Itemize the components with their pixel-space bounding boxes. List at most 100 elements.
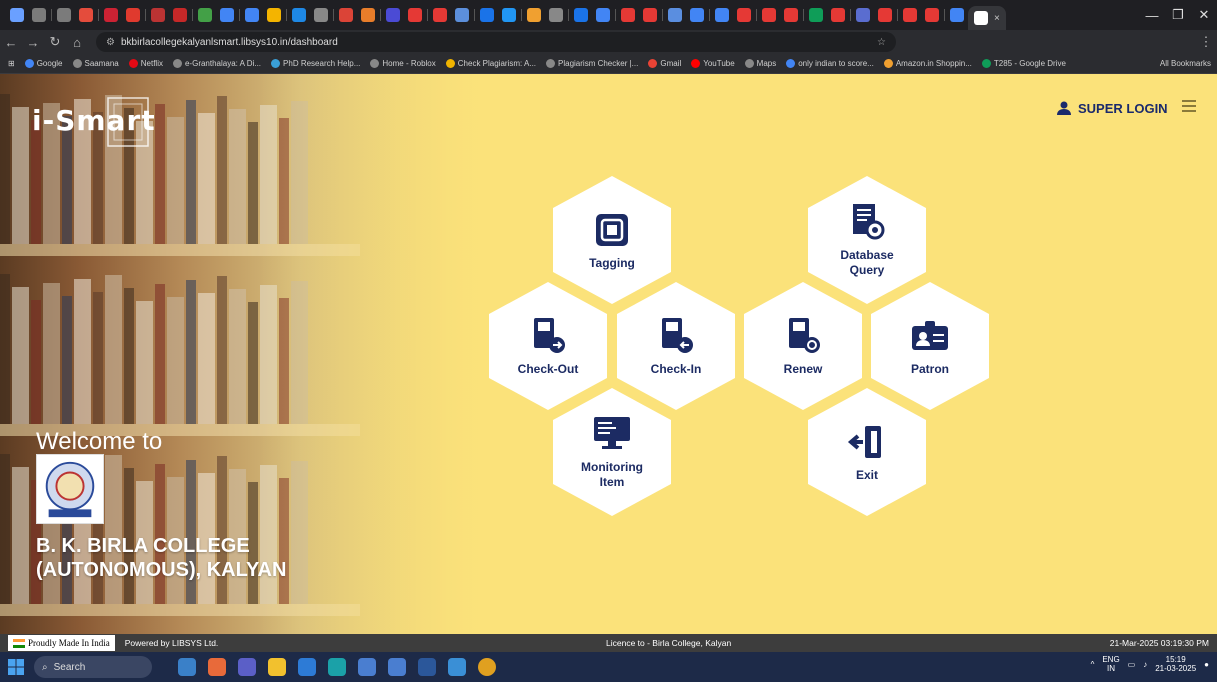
browser-tab[interactable] xyxy=(762,8,776,22)
browser-tab[interactable] xyxy=(126,8,140,22)
browser-tab[interactable] xyxy=(549,8,563,22)
url-field[interactable]: ⚙ bkbirlacollegekalyanlsmart.libsys10.in… xyxy=(96,32,896,52)
browser-tab[interactable] xyxy=(737,8,751,22)
libsys-app-icon[interactable] xyxy=(358,658,376,676)
browser-tab[interactable] xyxy=(668,8,682,22)
bookmark-item[interactable]: only indian to score... xyxy=(786,59,874,68)
browser-tab[interactable] xyxy=(10,8,24,22)
browser-tab[interactable] xyxy=(715,8,729,22)
browser-tab[interactable] xyxy=(314,8,328,22)
browser-tab[interactable] xyxy=(643,8,657,22)
edge-icon[interactable] xyxy=(328,658,346,676)
reload-icon[interactable]: ↻ xyxy=(44,34,66,50)
bookmark-item[interactable]: YouTube xyxy=(691,59,735,68)
bookmark-item[interactable]: T285 - Google Drive xyxy=(981,59,1066,68)
language-indicator[interactable]: ENG IN xyxy=(1102,655,1119,673)
chrome-icon[interactable] xyxy=(478,658,496,676)
bookmark-item[interactable]: Home - Roblox xyxy=(370,59,436,68)
display-icon[interactable]: ▭ xyxy=(1128,660,1136,669)
back-icon[interactable]: ← xyxy=(0,35,22,50)
browser-tab[interactable] xyxy=(433,8,447,22)
taskbar-search[interactable]: ⌕ Search xyxy=(34,656,152,678)
module-patron[interactable]: Patron xyxy=(871,282,989,410)
hamburger-menu-icon[interactable] xyxy=(1182,100,1196,112)
all-bookmarks-button[interactable]: All Bookmarks xyxy=(1160,59,1211,68)
taskbar-app-icon[interactable] xyxy=(298,658,316,676)
bookmark-item[interactable]: Netflix xyxy=(128,59,163,68)
browser-tab[interactable] xyxy=(574,8,588,22)
bookmark-item[interactable]: Maps xyxy=(744,59,776,68)
browser-tab[interactable] xyxy=(480,8,494,22)
browser-tab[interactable] xyxy=(878,8,892,22)
apps-grid-icon[interactable]: ⊞ xyxy=(8,59,15,68)
browser-tab[interactable] xyxy=(809,8,823,22)
forward-icon[interactable]: → xyxy=(22,35,44,50)
home-icon[interactable]: ⌂ xyxy=(66,35,88,50)
browser-tab[interactable] xyxy=(527,8,541,22)
browser-tab[interactable] xyxy=(292,8,306,22)
notification-bell-icon[interactable]: ● xyxy=(1204,660,1209,669)
file-explorer-icon[interactable] xyxy=(268,658,286,676)
close-tab-icon[interactable]: × xyxy=(994,13,1000,24)
bookmark-item[interactable]: PhD Research Help... xyxy=(271,59,360,68)
browser-tab[interactable] xyxy=(596,8,610,22)
bookmark-label: Check Plagiarism: A... xyxy=(457,59,537,68)
taskbar-app-icon[interactable] xyxy=(448,658,466,676)
browser-tab[interactable] xyxy=(79,8,93,22)
browser-tab[interactable] xyxy=(386,8,400,22)
browser-tab[interactable] xyxy=(220,8,234,22)
chevron-up-icon[interactable]: ^ xyxy=(1091,660,1095,669)
browser-tab[interactable] xyxy=(267,8,281,22)
clock-date: 21-03-2025 xyxy=(1155,664,1197,673)
browser-tab[interactable] xyxy=(690,8,704,22)
browser-tab[interactable] xyxy=(32,8,46,22)
browser-tab[interactable] xyxy=(173,8,187,22)
libsys-app-icon[interactable] xyxy=(388,658,406,676)
bookmark-item[interactable]: Plagiarism Checker |... xyxy=(546,59,638,68)
browser-tab[interactable] xyxy=(502,8,516,22)
bookmark-favicon-icon xyxy=(648,59,658,68)
browser-tab[interactable] xyxy=(198,8,212,22)
taskbar-app-icon[interactable] xyxy=(208,658,226,676)
module-renew[interactable]: Renew xyxy=(744,282,862,410)
browser-tab[interactable] xyxy=(925,8,939,22)
super-login-button[interactable]: SUPER LOGIN xyxy=(1056,100,1168,116)
browser-tab[interactable] xyxy=(339,8,353,22)
module-exit[interactable]: Exit xyxy=(808,388,926,516)
bookmark-item[interactable]: Check Plagiarism: A... xyxy=(445,59,537,68)
browser-tab[interactable] xyxy=(831,8,845,22)
browser-tab[interactable] xyxy=(104,8,118,22)
active-tab[interactable]: × xyxy=(968,6,1006,30)
browser-tab[interactable] xyxy=(950,8,964,22)
clock[interactable]: 15:19 21-03-2025 xyxy=(1155,655,1196,673)
word-icon[interactable] xyxy=(418,658,436,676)
close-window-icon[interactable]: ✕ xyxy=(1189,0,1217,30)
volume-icon[interactable]: ♪ xyxy=(1143,660,1147,669)
bookmark-item[interactable]: Gmail xyxy=(648,59,681,68)
extensions-icon[interactable]: ⋮ xyxy=(1195,34,1217,50)
browser-tab[interactable] xyxy=(856,8,870,22)
windows-start-icon[interactable] xyxy=(8,659,24,675)
browser-tab[interactable] xyxy=(57,8,71,22)
browser-tab[interactable] xyxy=(621,8,635,22)
teams-icon[interactable] xyxy=(238,658,256,676)
bookmark-item[interactable]: Amazon.in Shoppin... xyxy=(883,59,972,68)
site-info-icon[interactable]: ⚙ xyxy=(106,37,115,48)
bookmark-item[interactable]: Saamana xyxy=(72,59,119,68)
browser-tab[interactable] xyxy=(408,8,422,22)
bookmark-item[interactable]: Google xyxy=(24,59,63,68)
book-spine xyxy=(0,274,10,424)
browser-tab[interactable] xyxy=(455,8,469,22)
browser-tab[interactable] xyxy=(784,8,798,22)
licence-text: Licence to - Birla College, Kalyan xyxy=(606,638,732,648)
browser-tab[interactable] xyxy=(361,8,375,22)
bookmark-star-icon[interactable]: ☆ xyxy=(877,37,886,48)
weather-widget-icon[interactable] xyxy=(178,658,196,676)
browser-tab[interactable] xyxy=(903,8,917,22)
browser-tab[interactable] xyxy=(245,8,259,22)
browser-tab[interactable] xyxy=(151,8,165,22)
bookmark-item[interactable]: e-Granthalaya: A Di... xyxy=(172,59,261,68)
book-spine xyxy=(31,300,41,424)
module-database-query[interactable]: Database Query xyxy=(808,176,926,304)
module-check-in[interactable]: Check-In xyxy=(617,282,735,410)
